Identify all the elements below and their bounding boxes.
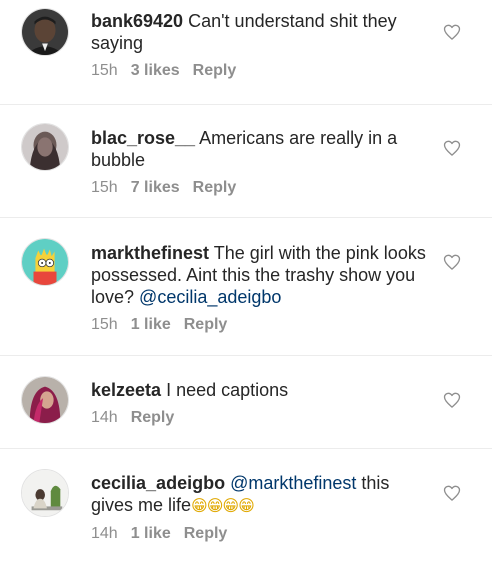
avatar-image <box>22 470 68 516</box>
comment-username[interactable]: blac_rose__ <box>91 128 195 148</box>
comment-text: markthefinest The girl with the pink loo… <box>91 242 431 308</box>
comment-meta: 15h 3 likes Reply <box>91 62 431 80</box>
comment-meta: 14h Reply <box>91 409 431 427</box>
reply-button[interactable]: Reply <box>193 62 237 80</box>
comment-meta: 14h 1 like Reply <box>91 525 431 543</box>
grinning-emoji-icon: 😁😁😁😁 <box>191 496 255 515</box>
reply-button[interactable]: Reply <box>131 409 175 427</box>
reply-button[interactable]: Reply <box>184 525 228 543</box>
comment-username[interactable]: markthefinest <box>91 243 209 263</box>
comment-time: 14h <box>91 525 118 542</box>
heart-icon[interactable] <box>442 252 462 272</box>
comment-item: blac_rose__ Americans are really in a bu… <box>0 105 492 218</box>
avatar[interactable] <box>21 8 69 56</box>
comment-item: kelzeeta I need captions 14h Reply <box>0 356 492 449</box>
like-count[interactable]: 1 like <box>131 316 171 334</box>
comment-text: kelzeeta I need captions <box>91 379 431 401</box>
avatar[interactable] <box>21 238 69 286</box>
comment-body: I need captions <box>166 380 289 400</box>
avatar[interactable] <box>21 123 69 171</box>
heart-icon[interactable] <box>442 483 462 503</box>
avatar-image <box>22 377 68 423</box>
comment-meta: 15h 7 likes Reply <box>91 179 431 197</box>
comment-text: cecilia_adeigbo @markthefinest this give… <box>91 472 431 517</box>
comment-meta: 15h 1 like Reply <box>91 316 431 334</box>
like-count[interactable]: 1 like <box>131 525 171 543</box>
comment-text: blac_rose__ Americans are really in a bu… <box>91 127 431 171</box>
comment-item: bank69420 Can't understand shit they say… <box>0 0 492 105</box>
mention-link[interactable]: @markthefinest <box>230 473 356 493</box>
avatar-image <box>22 124 68 170</box>
comment-username[interactable]: bank69420 <box>91 11 183 31</box>
comment-time: 15h <box>91 62 118 79</box>
avatar-image <box>22 9 68 55</box>
avatar[interactable] <box>21 469 69 517</box>
like-count[interactable]: 3 likes <box>131 62 180 80</box>
heart-icon[interactable] <box>442 22 462 42</box>
comment-username[interactable]: cecilia_adeigbo <box>91 473 225 493</box>
comment-time: 15h <box>91 179 118 196</box>
comment-text: bank69420 Can't understand shit they say… <box>91 10 431 54</box>
comment-item: cecilia_adeigbo @markthefinest this give… <box>0 449 492 577</box>
like-count[interactable]: 7 likes <box>131 179 180 197</box>
comment-list: bank69420 Can't understand shit they say… <box>0 0 492 577</box>
comment-time: 14h <box>91 409 118 426</box>
avatar[interactable] <box>21 376 69 424</box>
reply-button[interactable]: Reply <box>193 179 237 197</box>
comment-item: markthefinest The girl with the pink loo… <box>0 218 492 356</box>
avatar-image <box>22 239 68 285</box>
comment-time: 15h <box>91 316 118 333</box>
heart-icon[interactable] <box>442 390 462 410</box>
heart-icon[interactable] <box>442 138 462 158</box>
reply-button[interactable]: Reply <box>184 316 228 334</box>
mention-link[interactable]: @cecilia_adeigbo <box>139 287 281 307</box>
comment-username[interactable]: kelzeeta <box>91 380 161 400</box>
